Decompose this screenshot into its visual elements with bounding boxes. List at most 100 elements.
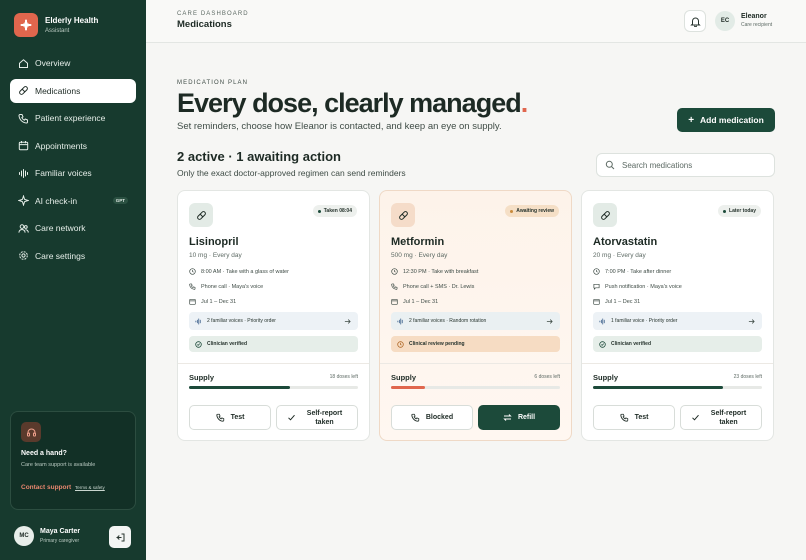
phone-icon [411,413,420,422]
check-circle-icon [599,340,606,348]
brand[interactable]: Elderly Health Assistant [14,13,98,37]
contact-row: Push notification · Maya's voice [593,283,682,290]
page-title: Medications [177,19,232,30]
sidebar-item-label: Overview [35,58,71,68]
user-profile[interactable]: MC Maya Carter Primary caregiver [14,526,80,546]
sidebar-item-overview[interactable]: Overview [10,51,136,75]
familiar-voices-row[interactable]: 1 familiar voice · Priority order [593,312,762,330]
date-range-row: Jul 1 – Dec 31 [189,298,236,305]
phone-icon [391,283,398,290]
sidebar-item-medications[interactable]: Medications [10,78,136,103]
status-badge: Later today [718,205,761,217]
search-icon [605,160,615,170]
contact-support-link[interactable]: Contact support [21,484,71,491]
search-input[interactable]: Search medications [596,153,775,177]
plus-icon: + [688,114,695,126]
divider [582,363,773,364]
test-button[interactable]: Test [593,405,675,430]
help-title: Need a hand? [21,450,67,457]
phone-icon [189,283,196,290]
waveform-icon [599,317,606,325]
doses-left: 18 doses left [329,374,358,380]
blocked-button[interactable]: Blocked [391,405,473,430]
avatar: MC [14,526,34,546]
clock-icon [391,268,398,275]
headset-icon [21,422,41,442]
waveform-icon [195,317,202,325]
familiar-voices-row[interactable]: 2 familiar voices · Priority order [189,312,358,330]
recipient-role: Care recipient [741,22,773,28]
phone-icon [619,413,629,422]
schedule-row: 12:30 PM · Take with breakfast [391,268,478,275]
supply-label: Supply [593,373,619,382]
status-badge: Awaiting review [505,205,559,217]
check-icon [691,413,700,422]
arrow-right-icon [344,318,351,325]
sidebar-item-patient-experience[interactable]: Patient experience [10,106,136,130]
message-icon [593,283,600,290]
familiar-voices-row[interactable]: 2 familiar voices · Random rotation [391,312,560,330]
date-range-row: Jul 1 – Dec 31 [593,298,640,305]
add-medication-button[interactable]: + Add medication [677,108,775,132]
date-range-row: Jul 1 – Dec 31 [391,298,438,305]
sidebar: Elderly Health Assistant Overview Medica… [0,0,146,560]
recipient-avatar[interactable]: EC [715,11,735,31]
sidebar-item-appointments[interactable]: Appointments [10,134,136,158]
sidebar-item-care-network[interactable]: Care network [10,216,136,240]
pill-icon [18,85,29,96]
schedule-row: 8:00 AM · Take with a glass of water [189,268,289,275]
medication-dose: 10 mg · Every day [189,252,242,259]
schedule-row: 7:00 PM · Take after dinner [593,268,671,275]
waveform-icon [397,317,404,325]
sidebar-item-care-settings[interactable]: Care settings [10,244,136,268]
clock-icon [593,268,600,275]
medication-card[interactable]: Awaiting review Metformin 500 mg · Every… [379,190,572,441]
status-headline: 2 active · 1 awaiting action [177,149,341,164]
sidebar-item-label: Patient experience [35,113,106,123]
notifications-button[interactable] [684,10,706,32]
supply-progress [391,386,560,389]
bell-icon [689,16,701,27]
hero-title: Every dose, clearly managed. [177,88,528,118]
logout-icon [115,532,126,543]
user-name: Maya Carter [40,528,81,535]
medication-dose: 500 mg · Every day [391,252,448,259]
terms-link[interactable]: Terms & safety [75,485,105,490]
check-icon [287,413,296,422]
top-header: CARE DASHBOARD Medications EC Eleanor Ca… [146,0,806,43]
supply-label: Supply [391,373,417,382]
waveform-icon [18,168,29,179]
calendar-icon [18,140,29,151]
sidebar-item-label: Care network [35,223,86,233]
medication-card[interactable]: Taken 08:04 Lisinopril 10 mg · Every day… [177,190,370,441]
sidebar-item-label: Appointments [35,140,87,151]
self-report-button[interactable]: Self-report taken [276,405,358,430]
medication-card[interactable]: Later today Atorvastatin 20 mg · Every d… [581,190,774,441]
refill-button[interactable]: Refill [478,405,560,430]
logout-button[interactable] [109,526,131,548]
calendar-icon [593,298,600,305]
sidebar-item-label: Care settings [35,250,86,261]
gpt-badge: GPT [112,197,128,204]
supply-progress [593,386,762,389]
supply-progress-fill [391,386,425,389]
app-logo-icon [14,13,38,37]
divider [380,363,571,364]
recipient-name: Eleanor [741,13,767,20]
sidebar-item-label: Medications [35,85,81,96]
breadcrumb: CARE DASHBOARD [177,11,249,17]
check-circle-icon [195,340,202,348]
app-subtitle: Assistant [45,27,70,34]
status-subtitle: Only the exact doctor-approved regimen c… [177,168,406,178]
doses-left: 6 doses left [534,374,560,380]
sidebar-item-ai-check-in[interactable]: AI check-in GPT [10,189,136,213]
test-button[interactable]: Test [189,405,271,430]
hero-subtitle: Set reminders, choose how Eleanor is con… [177,121,502,132]
calendar-icon [189,298,196,305]
supply-label: Supply [189,373,215,382]
self-report-button[interactable]: Self-report taken [680,405,762,430]
pill-icon [391,203,415,227]
medication-name: Metformin [391,236,445,248]
supply-progress [189,386,358,389]
sidebar-item-familiar-voices[interactable]: Familiar voices [10,161,136,185]
